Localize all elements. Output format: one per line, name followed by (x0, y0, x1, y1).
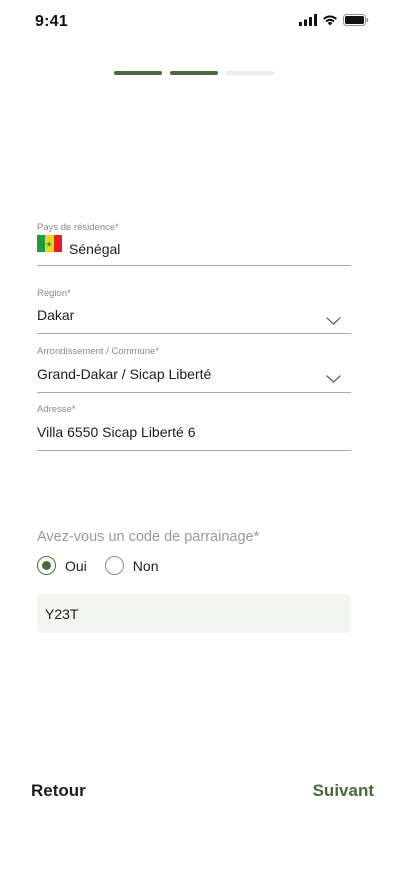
country-label: Pays de résidence* (37, 222, 119, 233)
referral-code-input[interactable]: Y23T (37, 594, 351, 633)
referral-radio-group: Oui Non (37, 556, 176, 575)
back-button[interactable]: Retour (31, 781, 86, 801)
status-time: 9:41 (35, 13, 68, 30)
radio-non[interactable] (104, 556, 124, 575)
referral-question: Avez-vous un code de parrainage* (37, 529, 260, 545)
radio-non-label[interactable]: Non (133, 558, 159, 574)
status-icons (299, 13, 369, 31)
address-field[interactable]: Adresse* Villa 6550 Sicap Liberté 6 (37, 404, 351, 451)
chevron-down-icon[interactable] (326, 312, 341, 330)
country-value: Sénégal (69, 241, 121, 257)
region-dropdown[interactable]: Région* Dakar (37, 288, 351, 334)
country-field[interactable]: Pays de résidence* Sénégal (37, 222, 351, 266)
wifi-icon (322, 13, 338, 31)
arrondissement-value: Grand-Dakar / Sicap Liberté (37, 366, 212, 382)
senegal-flag-icon (37, 235, 62, 252)
progress-step-1 (114, 71, 162, 75)
progress-step-3 (226, 71, 274, 75)
cellular-signal-icon (299, 13, 317, 31)
address-value: Villa 6550 Sicap Liberté 6 (37, 424, 196, 440)
status-bar: 9:41 (0, 0, 402, 44)
address-label: Adresse* (37, 404, 76, 415)
next-button[interactable]: Suivant (313, 781, 374, 801)
chevron-down-icon[interactable] (326, 370, 341, 388)
region-label: Région* (37, 288, 71, 299)
radio-oui[interactable] (37, 556, 56, 575)
step-progress-indicator (114, 71, 274, 75)
progress-step-2 (170, 71, 218, 75)
arrondissement-dropdown[interactable]: Arrondissement / Commune* Grand-Dakar / … (37, 346, 351, 393)
region-value: Dakar (37, 307, 75, 323)
radio-oui-label[interactable]: Oui (65, 558, 87, 574)
battery-icon (343, 13, 369, 31)
arrondissement-label: Arrondissement / Commune* (37, 346, 159, 357)
